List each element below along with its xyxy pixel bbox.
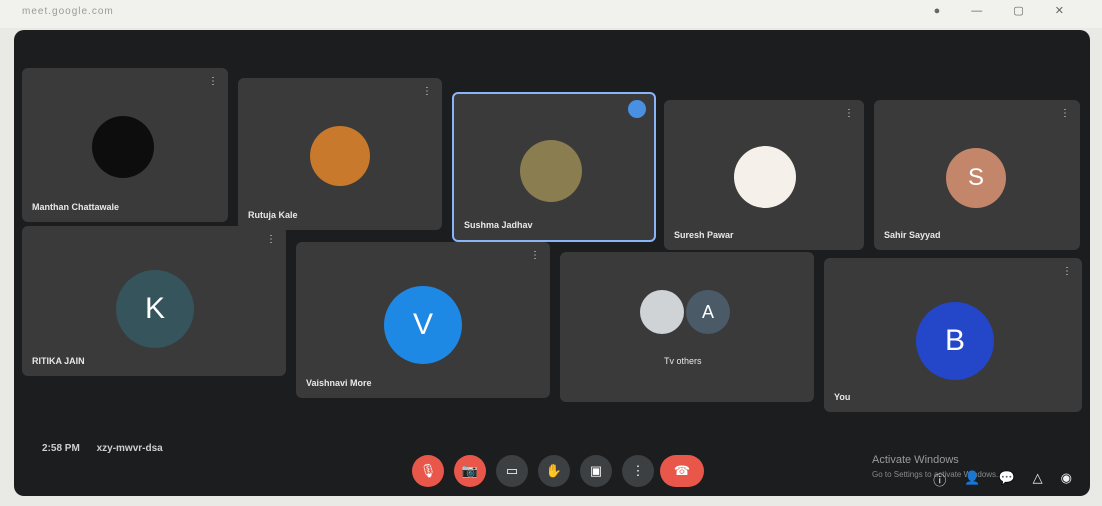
mic-off-icon: 🎙 [419,463,437,478]
participant-name: You [834,392,851,402]
participant-tile-group[interactable]: A Tv others [560,252,814,402]
browser-top-bar: meet.google.com ● — ▢ ✕ [0,0,1102,28]
present-icon: ▣ [589,463,603,478]
participant-tile[interactable]: ⋮ Rutuja Kale [238,78,442,230]
meeting-info: 2:58 PM xzy-mwvr-dsa [42,443,177,454]
meeting-screen: ⋮ Manthan Chattawale ⋮ Rutuja Kale Sushm… [14,30,1090,496]
chat-icon[interactable]: 💬 [998,470,1014,489]
participant-name: Sushma Jadhav [464,220,533,230]
meeting-side-controls: ⓘ 👤 💬 △ ◉ [933,470,1072,489]
speaking-indicator-icon [628,100,646,118]
mic-muted-icon: ⋮ [530,250,540,261]
avatar [310,126,370,186]
participant-name: Vaishnavi More [306,378,372,388]
info-icon[interactable]: ⓘ [933,470,946,489]
activities-icon[interactable]: △ [1033,470,1043,489]
mic-muted-icon: ⋮ [422,86,432,97]
raise-hand-button[interactable]: ✋ [538,455,570,487]
participant-tile[interactable]: ⋮ K RITIKA JAIN [22,226,286,376]
avatar [92,116,154,178]
avatar: A [686,290,730,334]
avatar: S [946,148,1006,208]
captions-icon: ▭ [505,463,519,478]
phone-hangup-icon: ☎ [673,463,691,478]
browser-url[interactable]: meet.google.com [22,6,114,17]
avatar [520,140,582,202]
mic-muted-icon: ⋮ [844,108,854,119]
mic-toggle-button[interactable]: 🎙 [412,455,444,487]
captions-button[interactable]: ▭ [496,455,528,487]
participant-tile[interactable]: ⋮ Suresh Pawar [664,100,864,250]
mic-muted-icon: ⋮ [208,76,218,87]
participant-name: Suresh Pawar [674,230,734,240]
participant-name: RITIKA JAIN [32,356,85,366]
avatar: V [384,286,462,364]
participant-tile-active-speaker[interactable]: Sushma Jadhav [452,92,656,242]
meeting-code: xzy-mwvr-dsa [96,443,163,454]
camera-off-icon: 📷 [461,463,479,478]
participant-name: Manthan Chattawale [32,202,120,212]
participant-name: Tv others [664,356,702,366]
participant-tile[interactable]: ⋮ Manthan Chattawale [22,68,228,222]
avatar-photo [640,290,684,334]
participant-tile-self[interactable]: ⋮ B You [824,258,1082,412]
avatar [734,146,796,208]
mic-muted-icon: ⋮ [266,234,276,245]
participant-name: Sahir Sayyad [884,230,941,240]
avatar: K [116,270,194,348]
host-controls-icon[interactable]: ◉ [1061,470,1072,489]
end-call-button[interactable]: ☎ [660,455,704,487]
participant-tile[interactable]: ⋮ V Vaishnavi More [296,242,550,398]
participant-tile[interactable]: ⋮ S Sahir Sayyad [874,100,1080,250]
present-button[interactable]: ▣ [580,455,612,487]
mic-muted-icon: ⋮ [1062,266,1072,277]
participant-name: Rutuja Kale [248,210,298,220]
window-controls[interactable]: ● — ▢ ✕ [934,4,1078,17]
hand-icon: ✋ [545,463,563,478]
avatar: B [916,302,994,380]
camera-toggle-button[interactable]: 📷 [454,455,486,487]
more-icon: ⋮ [631,463,645,478]
activate-windows-watermark: Activate Windows [872,454,959,466]
more-options-button[interactable]: ⋮ [622,455,654,487]
meeting-time: 2:58 PM [42,443,80,454]
people-icon[interactable]: 👤 [964,470,980,489]
mic-muted-icon: ⋮ [1060,108,1070,119]
